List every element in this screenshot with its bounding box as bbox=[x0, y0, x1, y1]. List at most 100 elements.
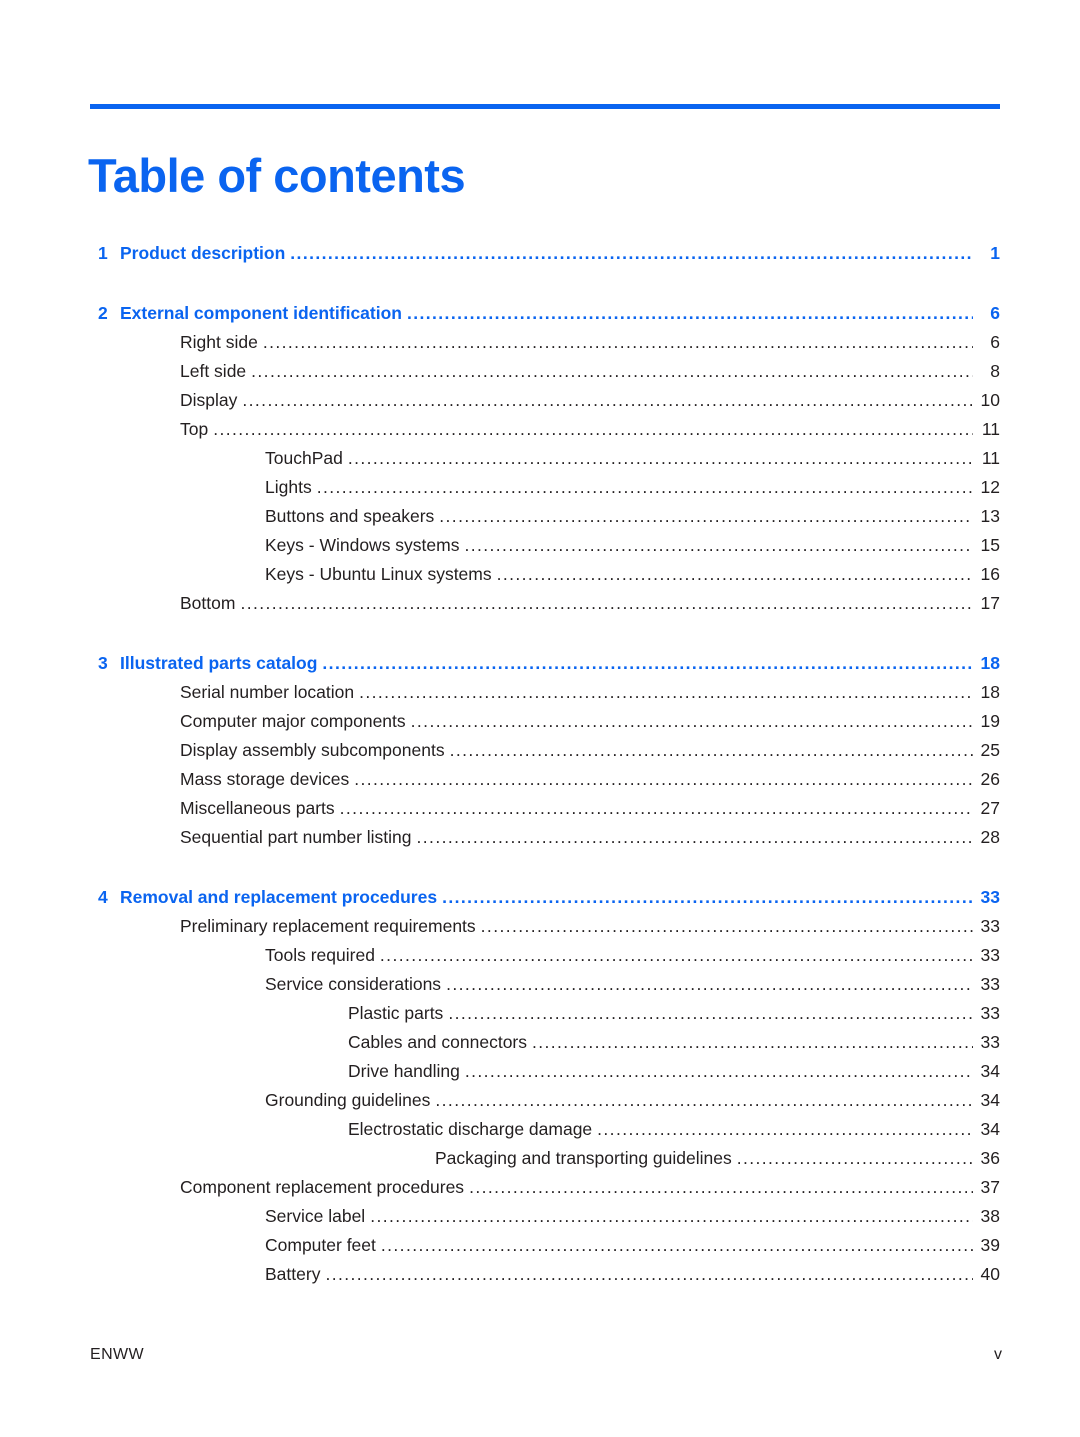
toc-entry-label: Buttons and speakers bbox=[265, 506, 435, 526]
toc-entry-label: Sequential part number listing bbox=[180, 827, 412, 847]
toc-chapter-row[interactable]: 3 Illustrated parts catalog 18 bbox=[0, 653, 1080, 682]
toc-dot-leader bbox=[417, 829, 973, 845]
toc-entry-row[interactable]: Miscellaneous parts 27 bbox=[0, 798, 1080, 827]
toc-entry-page-number: 18 bbox=[980, 682, 1000, 702]
toc-entry-page-number: 11 bbox=[981, 419, 1000, 439]
toc-entry-row[interactable]: Computer feet 39 bbox=[0, 1235, 1080, 1264]
toc-entry-row[interactable]: Plastic parts 33 bbox=[0, 1003, 1080, 1032]
toc-dot-leader bbox=[435, 1092, 973, 1108]
toc-dot-leader bbox=[240, 595, 973, 611]
toc-entry-label: Serial number location bbox=[180, 682, 355, 702]
toc-entry-label: Component replacement procedures bbox=[180, 1177, 465, 1197]
toc-entry-row[interactable]: TouchPad 11 bbox=[0, 448, 1080, 477]
toc-entry-page-number: 36 bbox=[980, 1148, 1000, 1168]
toc-entry-page-number: 34 bbox=[980, 1119, 1000, 1139]
toc-entry-page-number: 28 bbox=[980, 827, 1000, 847]
document-page: Table of contents 1Product description1 2… bbox=[0, 0, 1080, 1437]
toc-dot-leader bbox=[532, 1034, 973, 1050]
toc-dot-leader bbox=[481, 918, 973, 934]
toc-entry-page-number: 6 bbox=[990, 332, 1000, 352]
toc-entry-row[interactable]: Serial number location 18 bbox=[0, 682, 1080, 711]
toc-entry-label: Keys - Ubuntu Linux systems bbox=[265, 564, 492, 584]
toc-entry-label: Electrostatic discharge damage bbox=[348, 1119, 593, 1139]
toc-entry-row[interactable]: Packaging and transporting guidelines 36 bbox=[0, 1148, 1080, 1177]
toc-entry-row[interactable]: Mass storage devices 26 bbox=[0, 769, 1080, 798]
toc-dot-leader bbox=[290, 245, 973, 261]
toc-dot-leader bbox=[446, 976, 973, 992]
toc-entry-row[interactable]: Preliminary replacement requirements 33 bbox=[0, 916, 1080, 945]
toc-entry-row[interactable]: Keys - Ubuntu Linux systems 16 bbox=[0, 564, 1080, 593]
toc-entry-label: Service label bbox=[265, 1206, 366, 1226]
toc-entry-row[interactable]: Battery 40 bbox=[0, 1264, 1080, 1293]
toc-entry-row[interactable]: Component replacement procedures 37 bbox=[0, 1177, 1080, 1206]
toc-entry-page-number: 38 bbox=[980, 1206, 1000, 1226]
toc-entry-label: Lights bbox=[265, 477, 312, 497]
toc-entry-page-number: 16 bbox=[980, 564, 1000, 584]
toc-entry-row[interactable]: Lights 12 bbox=[0, 477, 1080, 506]
toc-dot-leader bbox=[469, 1179, 973, 1195]
toc-entry-page-number: 17 bbox=[980, 593, 1000, 613]
toc-entry-row[interactable]: Top 11 bbox=[0, 419, 1080, 448]
toc-entry-row[interactable]: Computer major components 19 bbox=[0, 711, 1080, 740]
toc-entry-row[interactable]: Buttons and speakers 13 bbox=[0, 506, 1080, 535]
toc-chapter-number: 2 bbox=[98, 303, 108, 323]
toc-entry-label: Right side bbox=[180, 332, 258, 352]
toc-entry-label: Bottom bbox=[180, 593, 236, 613]
toc-entry-page-number: 25 bbox=[980, 740, 1000, 760]
toc-dot-leader bbox=[359, 684, 973, 700]
toc-entry-label: Service considerations bbox=[265, 974, 442, 994]
toc-dot-leader bbox=[325, 1266, 973, 1282]
toc-entry-row[interactable]: Service considerations 33 bbox=[0, 974, 1080, 1003]
toc-entry-row[interactable]: Keys - Windows systems 15 bbox=[0, 535, 1080, 564]
toc-entry-page-number: 18 bbox=[980, 653, 1000, 673]
toc-entry-page-number: 1 bbox=[990, 243, 1000, 263]
toc-dot-leader bbox=[263, 334, 973, 350]
toc-chapter-number: 3 bbox=[98, 653, 108, 673]
page-title: Table of contents bbox=[88, 149, 466, 203]
toc-entry-page-number: 37 bbox=[980, 1177, 1000, 1197]
toc-entry-page-number: 33 bbox=[980, 945, 1000, 965]
toc-entry-page-number: 13 bbox=[980, 506, 1000, 526]
toc-entry-label: Grounding guidelines bbox=[265, 1090, 431, 1110]
toc-entry-row[interactable]: Left side 8 bbox=[0, 361, 1080, 390]
toc-dot-leader bbox=[439, 508, 973, 524]
toc-entry-page-number: 34 bbox=[980, 1090, 1000, 1110]
toc-chapter-row[interactable]: 2 External component identification 6 bbox=[0, 303, 1080, 332]
toc-entry-label: Plastic parts bbox=[348, 1003, 444, 1023]
toc-entry-label: Illustrated parts catalog bbox=[120, 653, 318, 673]
toc-entry-page-number: 33 bbox=[980, 887, 1000, 907]
toc-entry-label: Drive handling bbox=[348, 1061, 460, 1081]
toc-entry-label: Display assembly subcomponents bbox=[180, 740, 445, 760]
toc-chapter-row[interactable]: 1 Product description 1 bbox=[0, 243, 1080, 272]
toc-entry-label: Preliminary replacement requirements bbox=[180, 916, 476, 936]
toc-entry-label: Left side bbox=[180, 361, 247, 381]
toc-entry-row[interactable]: Service label 38 bbox=[0, 1206, 1080, 1235]
toc-entry-row[interactable]: Right side 6 bbox=[0, 332, 1080, 361]
toc-entry-row[interactable]: Display assembly subcomponents 25 bbox=[0, 740, 1080, 769]
table-of-contents-list: 1Product description1 2External component… bbox=[0, 243, 1080, 1293]
toc-entry-row[interactable]: Sequential part number listing 28 bbox=[0, 827, 1080, 856]
toc-entry-label: Tools required bbox=[265, 945, 375, 965]
toc-dot-leader bbox=[340, 800, 973, 816]
toc-entry-row[interactable]: Drive handling 34 bbox=[0, 1061, 1080, 1090]
toc-dot-leader bbox=[348, 450, 973, 466]
toc-entry-page-number: 19 bbox=[980, 711, 1000, 731]
toc-entry-label: Display bbox=[180, 390, 238, 410]
toc-entry-page-number: 39 bbox=[980, 1235, 1000, 1255]
toc-entry-page-number: 33 bbox=[980, 1003, 1000, 1023]
toc-entry-label: Keys - Windows systems bbox=[265, 535, 460, 555]
toc-entry-row[interactable]: Cables and connectors 33 bbox=[0, 1032, 1080, 1061]
toc-dot-leader bbox=[251, 363, 973, 379]
toc-entry-page-number: 11 bbox=[981, 448, 1000, 468]
toc-entry-row[interactable]: Electrostatic discharge damage 34 bbox=[0, 1119, 1080, 1148]
toc-dot-leader bbox=[464, 537, 973, 553]
toc-chapter-row[interactable]: 4 Removal and replacement procedures 33 bbox=[0, 887, 1080, 916]
toc-chapter-number: 1 bbox=[98, 243, 108, 263]
toc-entry-row[interactable]: Grounding guidelines 34 bbox=[0, 1090, 1080, 1119]
toc-entry-page-number: 34 bbox=[980, 1061, 1000, 1081]
toc-entry-row[interactable]: Bottom 17 bbox=[0, 593, 1080, 622]
toc-entry-row[interactable]: Display 10 bbox=[0, 390, 1080, 419]
toc-entry-page-number: 33 bbox=[980, 974, 1000, 994]
toc-dot-leader bbox=[213, 421, 973, 437]
toc-entry-row[interactable]: Tools required 33 bbox=[0, 945, 1080, 974]
